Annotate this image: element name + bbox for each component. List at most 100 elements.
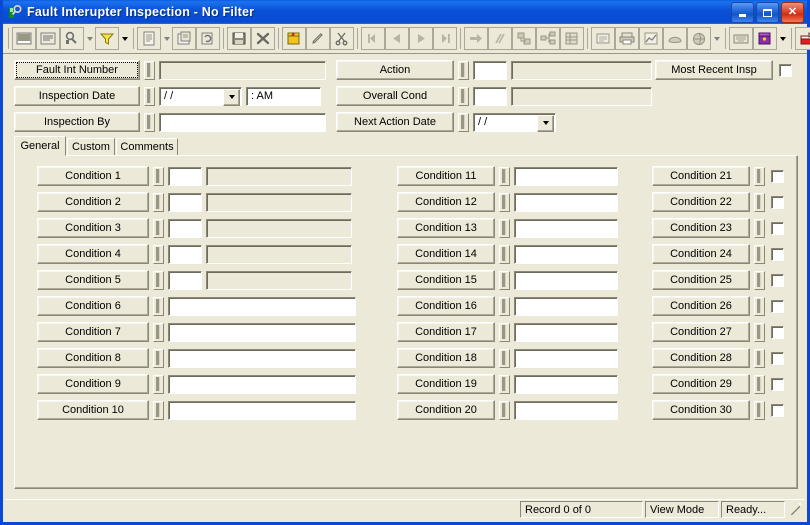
condition-1-code-input[interactable] bbox=[168, 166, 202, 186]
condition-15-lookup-button[interactable] bbox=[499, 270, 510, 290]
condition-26-checkbox[interactable] bbox=[771, 299, 784, 313]
most-recent-insp-label-button[interactable]: Most Recent Insp bbox=[655, 60, 773, 80]
condition-6-lookup-button[interactable] bbox=[153, 296, 164, 316]
new-record-icon[interactable] bbox=[282, 27, 306, 50]
condition-7-label-button[interactable]: Condition 7 bbox=[37, 322, 149, 342]
find-dropdown-arrow[interactable] bbox=[84, 27, 95, 50]
condition-15-input[interactable] bbox=[514, 270, 618, 290]
condition-17-label-button[interactable]: Condition 17 bbox=[397, 322, 495, 342]
condition-30-lookup-button[interactable] bbox=[754, 400, 765, 420]
condition-10-input[interactable] bbox=[168, 400, 356, 420]
condition-8-input[interactable] bbox=[168, 348, 356, 368]
map-icon[interactable] bbox=[663, 27, 687, 50]
print-icon[interactable] bbox=[615, 27, 639, 50]
condition-28-lookup-button[interactable] bbox=[754, 348, 765, 368]
condition-18-label-button[interactable]: Condition 18 bbox=[397, 348, 495, 368]
previous-record-icon[interactable] bbox=[385, 27, 409, 50]
condition-27-label-button[interactable]: Condition 27 bbox=[652, 322, 750, 342]
condition-1-label-button[interactable]: Condition 1 bbox=[37, 166, 149, 186]
list-view-icon[interactable] bbox=[591, 27, 615, 50]
condition-12-label-button[interactable]: Condition 12 bbox=[397, 192, 495, 212]
condition-4-label-button[interactable]: Condition 4 bbox=[37, 244, 149, 264]
condition-15-label-button[interactable]: Condition 15 bbox=[397, 270, 495, 290]
condition-27-checkbox[interactable] bbox=[771, 325, 784, 339]
minimize-button[interactable] bbox=[731, 2, 754, 23]
grid-view-icon[interactable] bbox=[560, 27, 584, 50]
condition-17-input[interactable] bbox=[514, 322, 618, 342]
condition-11-lookup-button[interactable] bbox=[499, 166, 510, 186]
condition-12-lookup-button[interactable] bbox=[499, 192, 510, 212]
condition-24-checkbox[interactable] bbox=[771, 247, 784, 261]
inspection-date-label-button[interactable]: Inspection Date bbox=[14, 86, 140, 106]
condition-5-lookup-button[interactable] bbox=[153, 270, 164, 290]
condition-13-lookup-button[interactable] bbox=[499, 218, 510, 238]
condition-24-label-button[interactable]: Condition 24 bbox=[652, 244, 750, 264]
inspection-by-lookup-button[interactable] bbox=[144, 112, 155, 132]
condition-9-lookup-button[interactable] bbox=[153, 374, 164, 394]
condition-23-checkbox[interactable] bbox=[771, 221, 784, 235]
globe-icon[interactable] bbox=[687, 27, 711, 50]
action-code-input[interactable] bbox=[473, 60, 507, 80]
chevron-down-icon[interactable] bbox=[223, 88, 240, 106]
condition-16-label-button[interactable]: Condition 16 bbox=[397, 296, 495, 316]
condition-2-label-button[interactable]: Condition 2 bbox=[37, 192, 149, 212]
last-record-icon[interactable] bbox=[433, 27, 457, 50]
properties-icon[interactable] bbox=[172, 27, 196, 50]
condition-4-code-input[interactable] bbox=[168, 244, 202, 264]
condition-30-label-button[interactable]: Condition 30 bbox=[652, 400, 750, 420]
condition-29-checkbox[interactable] bbox=[771, 377, 784, 391]
condition-7-input[interactable] bbox=[168, 322, 356, 342]
close-button[interactable]: ✕ bbox=[781, 2, 804, 23]
cut-scissors-icon[interactable] bbox=[330, 27, 354, 50]
fault-int-number-label-button[interactable]: Fault Int Number bbox=[14, 60, 140, 80]
condition-20-lookup-button[interactable] bbox=[499, 400, 510, 420]
condition-19-lookup-button[interactable] bbox=[499, 374, 510, 394]
condition-21-lookup-button[interactable] bbox=[754, 166, 765, 186]
condition-11-label-button[interactable]: Condition 11 bbox=[397, 166, 495, 186]
next-action-date-lookup-button[interactable] bbox=[458, 112, 469, 132]
condition-22-checkbox[interactable] bbox=[771, 195, 784, 209]
condition-22-label-button[interactable]: Condition 22 bbox=[652, 192, 750, 212]
condition-12-input[interactable] bbox=[514, 192, 618, 212]
condition-8-lookup-button[interactable] bbox=[153, 348, 164, 368]
filter-funnel-icon[interactable] bbox=[95, 27, 119, 50]
chevron-down-icon[interactable] bbox=[537, 114, 554, 132]
query-builder-icon[interactable] bbox=[36, 27, 60, 50]
overall-cond-lookup-button[interactable] bbox=[458, 86, 469, 106]
fault-int-number-input[interactable] bbox=[159, 60, 326, 80]
condition-19-label-button[interactable]: Condition 19 bbox=[397, 374, 495, 394]
condition-14-label-button[interactable]: Condition 14 bbox=[397, 244, 495, 264]
action-lookup-button[interactable] bbox=[458, 60, 469, 80]
tab-comments[interactable]: Comments bbox=[116, 138, 178, 156]
delete-icon[interactable] bbox=[251, 27, 275, 50]
condition-4-lookup-button[interactable] bbox=[153, 244, 164, 264]
related-records-icon[interactable] bbox=[512, 27, 536, 50]
hierarchy-icon[interactable] bbox=[536, 27, 560, 50]
condition-25-checkbox[interactable] bbox=[771, 273, 784, 287]
condition-20-input[interactable] bbox=[514, 400, 618, 420]
report-icon[interactable] bbox=[137, 27, 161, 50]
condition-9-input[interactable] bbox=[168, 374, 356, 394]
most-recent-insp-checkbox[interactable] bbox=[779, 63, 792, 77]
goto-record-icon[interactable] bbox=[464, 27, 488, 50]
condition-19-input[interactable] bbox=[514, 374, 618, 394]
condition-3-lookup-button[interactable] bbox=[153, 218, 164, 238]
find-icon[interactable] bbox=[60, 27, 84, 50]
condition-23-lookup-button[interactable] bbox=[754, 218, 765, 238]
inspection-by-label-button[interactable]: Inspection By bbox=[14, 112, 140, 132]
next-record-icon[interactable] bbox=[409, 27, 433, 50]
save-icon[interactable] bbox=[227, 27, 251, 50]
condition-18-input[interactable] bbox=[514, 348, 618, 368]
condition-6-label-button[interactable]: Condition 6 bbox=[37, 296, 149, 316]
action-label-button[interactable]: Action bbox=[336, 60, 454, 80]
overall-cond-code-input[interactable] bbox=[473, 86, 507, 106]
condition-26-lookup-button[interactable] bbox=[754, 296, 765, 316]
condition-26-label-button[interactable]: Condition 26 bbox=[652, 296, 750, 316]
condition-25-lookup-button[interactable] bbox=[754, 270, 765, 290]
select-records-icon[interactable] bbox=[12, 27, 36, 50]
fault-int-number-lookup-button[interactable] bbox=[144, 60, 155, 80]
condition-11-input[interactable] bbox=[514, 166, 618, 186]
condition-29-lookup-button[interactable] bbox=[754, 374, 765, 394]
inspection-by-input[interactable] bbox=[159, 112, 326, 132]
condition-13-label-button[interactable]: Condition 13 bbox=[397, 218, 495, 238]
